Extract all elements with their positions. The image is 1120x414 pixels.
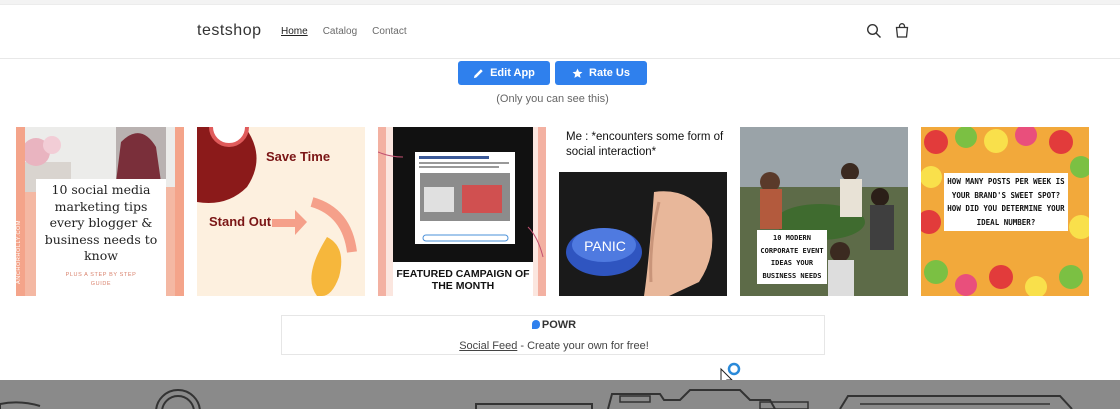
powr-logo[interactable]: POWR bbox=[282, 319, 826, 331]
star-icon bbox=[572, 68, 583, 78]
post-image bbox=[559, 172, 727, 296]
edit-app-label: Edit App bbox=[490, 67, 535, 79]
edit-app-button[interactable]: Edit App bbox=[458, 61, 550, 85]
nav-contact[interactable]: Contact bbox=[372, 26, 406, 37]
search-icon[interactable] bbox=[866, 23, 882, 39]
post-subtitle: PLUS A STEP BY STEP GUIDE bbox=[65, 271, 137, 287]
post-caption: Me : *encounters some form of social int… bbox=[566, 131, 724, 158]
footer-line-art bbox=[0, 389, 1073, 414]
feed-post[interactable]: FEATURED CAMPAIGN OF THE MONTH bbox=[378, 127, 546, 296]
cart-icon[interactable] bbox=[894, 23, 910, 39]
post-caption: FEATURED CAMPAIGN OF THE MONTH bbox=[396, 268, 530, 292]
post-text-card: 10 social media marketing tips every blo… bbox=[36, 179, 166, 296]
rate-us-button[interactable]: Rate Us bbox=[555, 61, 647, 85]
nav-catalog[interactable]: Catalog bbox=[323, 26, 357, 37]
site-header: testshop Home Catalog Contact bbox=[0, 5, 1120, 59]
nav-home[interactable]: Home bbox=[281, 26, 308, 37]
footer-illustration bbox=[0, 380, 1120, 414]
feed-post[interactable]: HOW MANY POSTS PER WEEK IS YOUR BRAND'S … bbox=[921, 127, 1089, 296]
panic-button-text: PANIC bbox=[584, 238, 626, 254]
post-side-text: ANCHORHOLLY.COM bbox=[16, 219, 22, 285]
brand-logo[interactable]: testshop bbox=[197, 22, 261, 40]
powr-logo-text: POWR bbox=[541, 319, 577, 331]
feed-post[interactable]: 10 social media marketing tips every blo… bbox=[16, 127, 184, 296]
powr-cta: Social Feed - Create your own for free! bbox=[282, 340, 826, 352]
main-nav: Home Catalog Contact bbox=[281, 26, 407, 37]
powr-cta-text: - Create your own for free! bbox=[517, 340, 649, 352]
post-text-1: Save Time bbox=[266, 149, 331, 164]
feed-post[interactable]: 10 MODERN CORPORATE EVENT IDEAS YOUR BUS… bbox=[740, 127, 908, 296]
post-title: 10 social media marketing tips every blo… bbox=[44, 182, 158, 263]
feed-post[interactable]: Me : *encounters some form of social int… bbox=[559, 127, 727, 296]
feed-post[interactable]: Save Time Stand Out bbox=[197, 127, 365, 296]
post-text-2: Stand Out bbox=[209, 214, 272, 229]
powr-logo-icon bbox=[531, 320, 540, 329]
post-text-card: HOW MANY POSTS PER WEEK IS YOUR BRAND'S … bbox=[944, 173, 1068, 231]
pencil-icon bbox=[474, 68, 483, 78]
social-feed-link[interactable]: Social Feed bbox=[459, 340, 517, 352]
owner-only-note: (Only you can see this) bbox=[496, 93, 609, 105]
rate-us-label: Rate Us bbox=[589, 67, 630, 79]
powr-promo: POWR Social Feed - Create your own for f… bbox=[281, 315, 825, 355]
post-text-card: 10 MODERN CORPORATE EVENT IDEAS YOUR BUS… bbox=[757, 230, 827, 284]
